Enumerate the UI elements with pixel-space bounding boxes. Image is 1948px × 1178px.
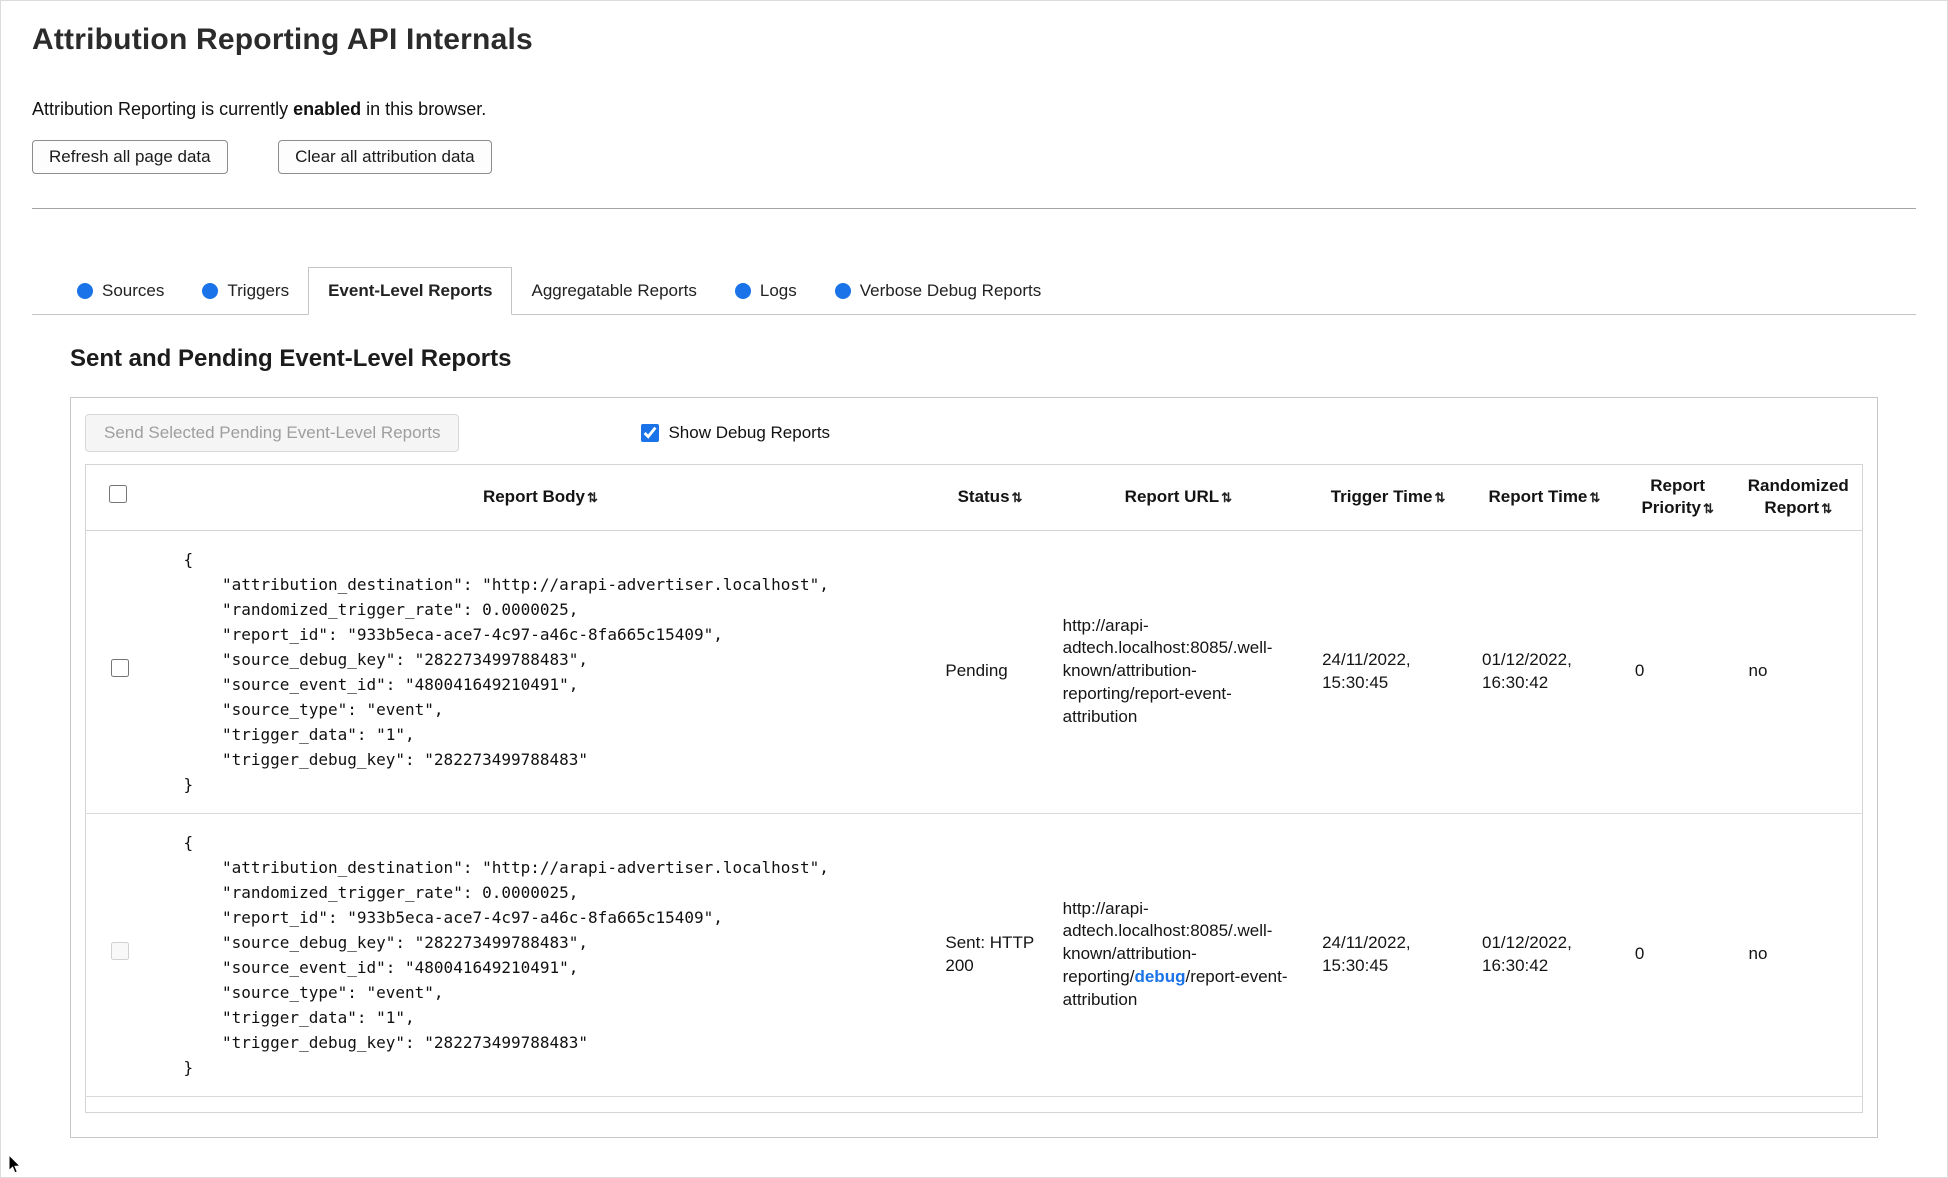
table-header: Report Body ⇅ Status ⇅ Report URL ⇅ Trigger… — [85, 464, 1863, 531]
tab-label: Sources — [102, 280, 165, 300]
tab-bar: Sources Triggers Event-Level Reports Agg… — [32, 267, 1916, 315]
mouse-cursor-icon — [8, 1155, 22, 1174]
status-enabled-text: enabled — [293, 99, 362, 119]
show-debug-reports-label: Show Debug Reports — [668, 423, 831, 442]
trigger-time-cell: 24/11/2022, 15:30:45 — [1308, 812, 1468, 1097]
tab-label: Event-Level Reports — [328, 281, 493, 300]
header-divider — [32, 208, 1916, 209]
tab-label: Logs — [759, 280, 797, 300]
send-selected-reports-button[interactable]: Send Selected Pending Event-Level Report… — [85, 414, 460, 452]
table-footer-cell — [85, 1095, 1863, 1113]
tab-triggers[interactable]: Triggers — [183, 267, 308, 314]
clear-all-attribution-data-button[interactable]: Clear all attribution data — [278, 140, 492, 174]
header-report-body[interactable]: Report Body ⇅ — [149, 464, 932, 531]
table-body: { "attribution_destination": "http://ara… — [85, 530, 1863, 1097]
tab-label: Triggers — [227, 280, 290, 300]
header-row: Report Body ⇅ Status ⇅ Report URL ⇅ Trigger… — [85, 464, 1863, 531]
header-randomized-report[interactable]: Randomized Report ⇅ — [1734, 464, 1863, 531]
header-label: Report URL — [1124, 487, 1220, 507]
row-select-checkbox[interactable] — [110, 942, 129, 961]
header-status[interactable]: Status ⇅ — [931, 464, 1049, 531]
sort-icon: ⇅ — [1221, 490, 1233, 506]
sources-status-dot-icon — [77, 282, 93, 299]
randomized-report-cell: no — [1734, 812, 1863, 1097]
header-label: Report Priority — [1641, 476, 1706, 518]
triggers-status-dot-icon — [202, 282, 219, 299]
header-label: Randomized Report — [1747, 476, 1849, 518]
page-title: Attribution Reporting API Internals — [32, 23, 533, 56]
header-report-url[interactable]: Report URL ⇅ — [1048, 464, 1309, 531]
table-footer-row — [85, 1095, 1863, 1113]
show-debug-reports-checkbox[interactable] — [641, 424, 660, 442]
report-body-json: { "attribution_destination": "http://ara… — [183, 549, 829, 794]
table-footer — [85, 1095, 1863, 1113]
tab-verbose-debug-reports[interactable]: Verbose Debug Reports — [816, 267, 1060, 314]
tab-label: Verbose Debug Reports — [859, 280, 1042, 300]
page-header: Attribution Reporting API Internals Attr… — [1, 1, 1947, 209]
section-heading: Sent and Pending Event-Level Reports — [70, 345, 512, 372]
row-select-checkbox[interactable] — [110, 659, 129, 678]
tab-aggregatable-reports[interactable]: Aggregatable Reports — [512, 267, 715, 314]
report-row-pending: { "attribution_destination": "http://ara… — [86, 530, 1863, 813]
row-select-cell — [86, 530, 150, 813]
show-debug-reports-toggle[interactable]: Show Debug Reports — [641, 423, 830, 443]
report-body-cell: { "attribution_destination": "http://ara… — [149, 812, 932, 1097]
report-body-cell: { "attribution_destination": "http://ara… — [149, 530, 931, 813]
tab-label: Aggregatable Reports — [531, 280, 697, 300]
row-select-cell — [85, 812, 150, 1097]
sort-icon: ⇅ — [1702, 501, 1714, 517]
report-time-cell: 01/12/2022, 16:30:42 — [1482, 649, 1572, 692]
sort-icon: ⇅ — [1821, 501, 1833, 517]
refresh-all-page-data-button[interactable]: Refresh all page data — [32, 140, 228, 174]
select-all-checkbox[interactable] — [108, 485, 127, 504]
status-suffix: in this browser. — [361, 99, 487, 119]
report-priority-cell: 0 — [1620, 812, 1735, 1097]
sort-icon: ⇅ — [1434, 490, 1446, 506]
sort-icon: ⇅ — [586, 490, 598, 506]
status-cell: Sent: HTTP 200 — [931, 812, 1049, 1097]
report-url-cell: http://arapi-adtech.localhost:8085/.well… — [1049, 530, 1308, 813]
status-cell: Pending — [945, 661, 1008, 681]
logs-status-dot-icon — [734, 282, 751, 299]
report-url-cell: http://arapi-adtech.localhost:8085/.well… — [1048, 812, 1309, 1097]
header-label: Report Body — [482, 487, 585, 507]
header-report-time[interactable]: Report Time ⇅ — [1468, 464, 1621, 531]
report-time-cell: 01/12/2022, 16:30:42 — [1468, 812, 1621, 1097]
report-row-sent: { "attribution_destination": "http://ara… — [85, 812, 1863, 1097]
tab-content: Sent and Pending Event-Level Reports Sen… — [1, 345, 1947, 1138]
randomized-report-cell: no — [1748, 661, 1768, 681]
attribution-internals-page: Attribution Reporting API Internals Attr… — [0, 0, 1948, 1178]
verbose-debug-status-dot-icon — [834, 282, 851, 299]
tab-event-level-reports[interactable]: Event-Level Reports — [308, 267, 513, 315]
sort-icon: ⇅ — [1011, 490, 1023, 506]
status-prefix: Attribution Reporting is currently — [32, 99, 294, 119]
sort-icon: ⇅ — [1589, 490, 1601, 506]
top-buttons-row: Refresh all page data Clear all attribut… — [32, 140, 1916, 174]
trigger-time-cell: 24/11/2022, 15:30:45 — [1322, 649, 1411, 692]
event-level-reports-table: Report Body ⇅ Status ⇅ Report URL ⇅ Trigger… — [85, 464, 1863, 1113]
header-trigger-time[interactable]: Trigger Time ⇅ — [1308, 464, 1468, 531]
tab-logs[interactable]: Logs — [716, 267, 816, 314]
report-priority-cell: 0 — [1634, 661, 1645, 681]
header-label: Report Time — [1488, 487, 1588, 507]
feature-status-line: Attribution Reporting is currently enabl… — [32, 99, 1916, 120]
header-label: Status — [957, 487, 1010, 507]
header-label: Trigger Time — [1330, 487, 1433, 507]
reports-controls-row: Send Selected Pending Event-Level Report… — [85, 414, 1863, 452]
header-report-priority[interactable]: Report Priority ⇅ — [1620, 464, 1735, 531]
report-body-json: { "attribution_destination": "http://ara… — [183, 832, 829, 1077]
tab-sources[interactable]: Sources — [58, 267, 183, 314]
event-level-reports-panel: Send Selected Pending Event-Level Report… — [70, 397, 1878, 1138]
select-all-header-cell — [85, 464, 150, 531]
debug-path-highlight: debug — [1134, 967, 1186, 987]
